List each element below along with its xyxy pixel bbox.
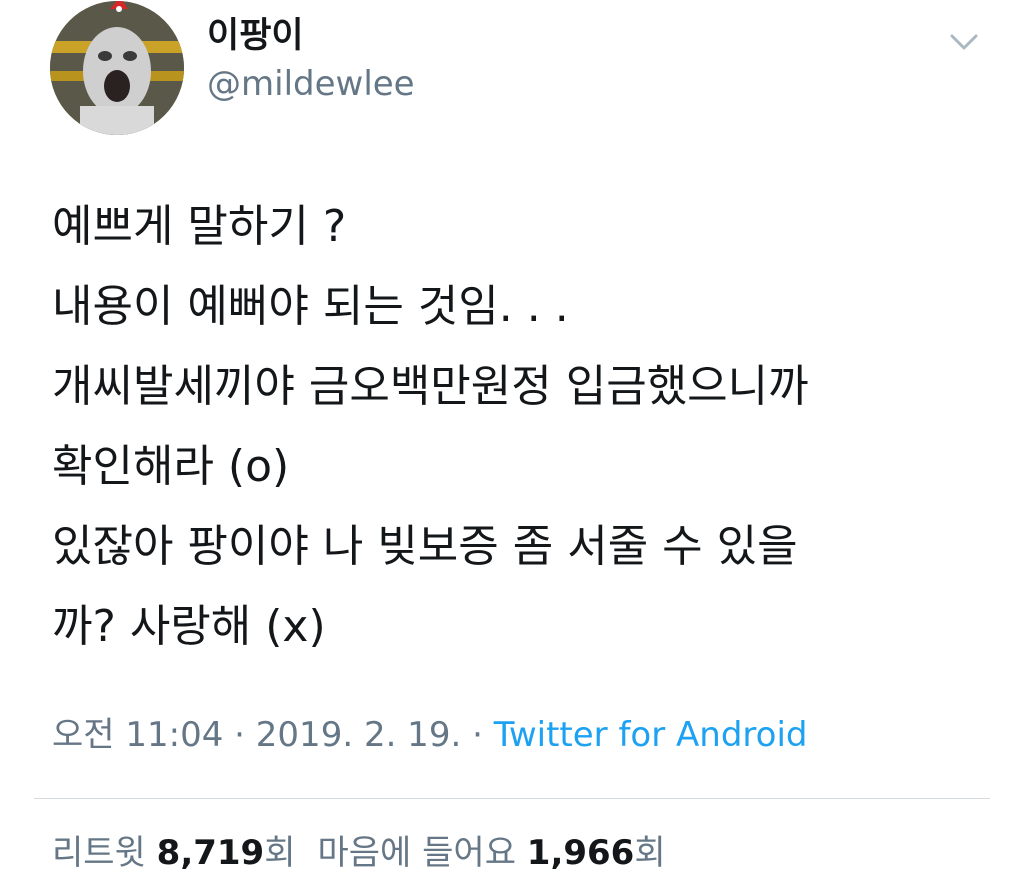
meta-separator: ·: [461, 715, 494, 755]
avatar-photo: [50, 1, 184, 135]
chevron-down-icon: [950, 34, 978, 50]
user-handle[interactable]: @mildewlee: [207, 62, 415, 106]
tweet-date[interactable]: 2019. 2. 19.: [256, 715, 461, 755]
meta-separator: ·: [223, 715, 256, 755]
tweet-text: 예쁘게 말하기 ? 내용이 예뻐야 되는 것임. . . 개씨발세끼야 금오백만…: [52, 187, 1002, 667]
tweet-stats: 리트윗 8,719회 마음에 들어요 1,966회: [52, 830, 666, 876]
likes-stat[interactable]: 마음에 들어요 1,966회: [317, 833, 665, 873]
retweets-stat[interactable]: 리트윗 8,719회: [52, 833, 295, 873]
tweet-menu-button[interactable]: [944, 22, 984, 62]
likes-label: 마음에 들어요: [317, 833, 527, 873]
tweet-source-link[interactable]: Twitter for Android: [494, 715, 808, 755]
tweet-text-line: 내용이 예뻐야 되는 것임. . .: [52, 281, 569, 332]
retweets-label: 리트윗: [52, 833, 157, 873]
tweet-text-line: 까? 사랑해 (x): [52, 601, 326, 652]
tweet-time[interactable]: 오전 11:04: [52, 715, 223, 755]
retweets-suffix: 회: [264, 833, 296, 873]
tweet-text-line: 있잖아 팡이야 나 빚보증 좀 서줄 수 있을: [52, 521, 798, 572]
tweet-text-line: 개씨발세끼야 금오백만원정 입금했으니까: [52, 361, 809, 412]
tweet-text-line: 예쁘게 말하기 ?: [52, 201, 347, 252]
avatar[interactable]: [50, 1, 184, 135]
likes-suffix: 회: [634, 833, 666, 873]
tweet-meta: 오전 11:04 · 2019. 2. 19. · Twitter for An…: [52, 712, 807, 758]
tweet-text-line: 확인해라 (o): [52, 441, 290, 492]
retweets-count: 8,719: [156, 833, 265, 873]
display-name[interactable]: 이팡이: [207, 14, 304, 58]
likes-count: 1,966: [526, 833, 635, 873]
divider: [34, 798, 990, 799]
